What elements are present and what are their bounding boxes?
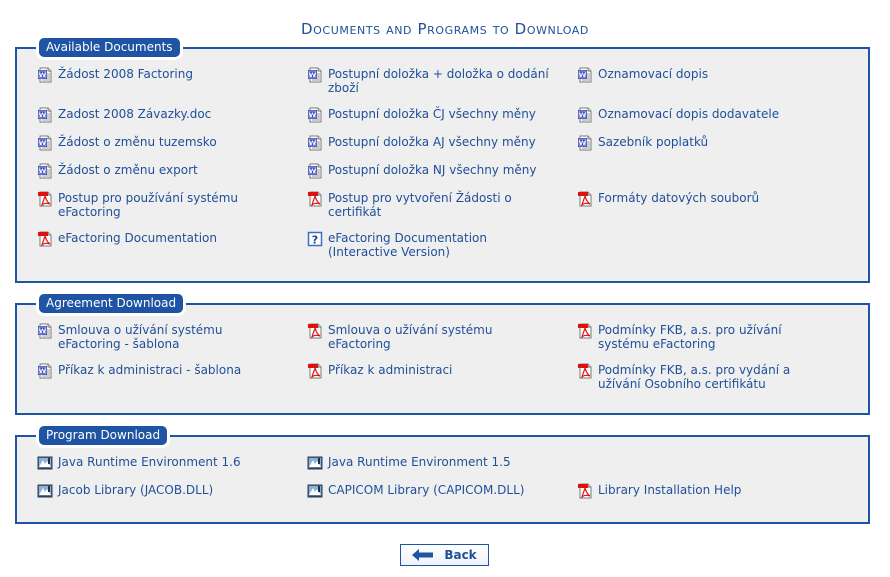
agreement-link[interactable]: Smlouva o užívání systému eFactoring — [307, 323, 517, 351]
document-link[interactable]: Formáty datových souborů — [577, 191, 822, 207]
agreement-link-label[interactable]: Podmínky FKB, a.s. pro užívání systému e… — [598, 323, 807, 351]
agreement-link[interactable]: Smlouva o užívání systému eFactoring - š… — [37, 323, 247, 351]
word-doc-icon — [37, 67, 53, 83]
document-link[interactable]: Sazebník poplatků — [577, 135, 822, 151]
document-link-label[interactable]: Postupní doložka ČJ všechny měny — [328, 107, 536, 121]
program-link[interactable]: Jacob Library (JACOB.DLL) — [37, 483, 282, 499]
document-link-label[interactable]: Žádost 2008 Factoring — [58, 67, 193, 81]
word-doc-icon — [37, 163, 53, 179]
word-doc-icon — [37, 323, 53, 339]
program-link-label[interactable]: Library Installation Help — [598, 483, 741, 497]
program-link-label[interactable]: CAPICOM Library (CAPICOM.DLL) — [328, 483, 524, 497]
document-link-label[interactable]: Postupní doložka NJ všechny měny — [328, 163, 537, 177]
document-link-label[interactable]: Postupní doložka + doložka o dodání zbož… — [328, 67, 572, 95]
back-button-label: Back — [444, 548, 477, 562]
word-doc-icon — [577, 135, 593, 151]
program-link[interactable]: Java Runtime Environment 1.5 — [307, 455, 552, 471]
word-doc-icon — [37, 135, 53, 151]
section-title: Available Documents — [39, 38, 180, 57]
pdf-icon — [577, 323, 593, 339]
installer-icon — [307, 455, 323, 471]
program-download-section: Program Download Java Runtime Environmen… — [15, 426, 870, 524]
document-link[interactable]: Žádost o změnu tuzemsko — [37, 135, 282, 151]
document-link[interactable]: Postupní doložka NJ všechny měny — [307, 163, 552, 179]
document-link-label[interactable]: eFactoring Documentation (Interactive Ve… — [328, 231, 507, 259]
agreement-download-section: Agreement Download Smlouva o užívání sys… — [15, 294, 870, 415]
pdf-icon — [307, 191, 323, 207]
word-doc-icon — [307, 67, 323, 83]
pdf-icon — [37, 191, 53, 207]
help-icon — [307, 231, 323, 247]
document-link[interactable]: eFactoring Documentation — [37, 231, 282, 247]
section-title: Program Download — [39, 426, 168, 445]
document-link[interactable]: Postup pro používání systému eFactoring — [37, 191, 267, 219]
pdf-icon — [307, 363, 323, 379]
agreement-link[interactable]: Podmínky FKB, a.s. pro vydání a užívání … — [577, 363, 817, 391]
word-doc-icon — [307, 107, 323, 123]
arrow-left-icon — [412, 549, 434, 561]
word-doc-icon — [577, 67, 593, 83]
document-link[interactable]: Žádost o změnu export — [37, 163, 282, 179]
document-link-label[interactable]: Zadost 2008 Závazky.doc — [58, 107, 211, 121]
program-link[interactable]: CAPICOM Library (CAPICOM.DLL) — [307, 483, 552, 499]
section-title: Agreement Download — [39, 294, 184, 313]
document-link[interactable]: Postupní doložka + doložka o dodání zbož… — [307, 67, 572, 95]
pdf-icon — [37, 231, 53, 247]
agreement-link[interactable]: Příkaz k administraci — [307, 363, 552, 379]
document-link-label[interactable]: Oznamovací dopis dodavatele — [598, 107, 779, 121]
document-link[interactable]: Oznamovací dopis — [577, 67, 822, 83]
agreement-link-label[interactable]: Smlouva o užívání systému eFactoring - š… — [58, 323, 247, 351]
program-link[interactable]: Java Runtime Environment 1.6 — [37, 455, 282, 471]
document-link[interactable]: Postupní doložka AJ všechny měny — [307, 135, 552, 151]
pdf-icon — [577, 483, 593, 499]
word-doc-icon — [577, 107, 593, 123]
agreement-link[interactable]: Podmínky FKB, a.s. pro užívání systému e… — [577, 323, 807, 351]
installer-icon — [37, 483, 53, 499]
agreement-link-label[interactable]: Smlouva o užívání systému eFactoring — [328, 323, 517, 351]
program-link[interactable]: Library Installation Help — [577, 483, 822, 499]
agreement-link[interactable]: Příkaz k administraci - šablona — [37, 363, 282, 379]
page-title: Documents and Programs to Download — [301, 20, 589, 39]
document-link-label[interactable]: Postupní doložka AJ všechny měny — [328, 135, 536, 149]
word-doc-icon — [307, 163, 323, 179]
document-link[interactable]: Zadost 2008 Závazky.doc — [37, 107, 282, 123]
available-documents-section: Available Documents Žádost 2008 Factorin… — [15, 38, 870, 283]
document-link-label[interactable]: Žádost o změnu export — [58, 163, 198, 177]
pdf-icon — [577, 191, 593, 207]
document-link[interactable]: Žádost 2008 Factoring — [37, 67, 282, 83]
document-link-label[interactable]: Formáty datových souborů — [598, 191, 759, 205]
back-button[interactable]: Back — [400, 544, 489, 566]
agreement-link-label[interactable]: Příkaz k administraci - šablona — [58, 363, 241, 377]
document-link[interactable]: Oznamovací dopis dodavatele — [577, 107, 822, 123]
document-link-label[interactable]: Oznamovací dopis — [598, 67, 708, 81]
document-link[interactable]: eFactoring Documentation (Interactive Ve… — [307, 231, 507, 259]
installer-icon — [37, 455, 53, 471]
document-link-label[interactable]: Žádost o změnu tuzemsko — [58, 135, 217, 149]
document-link-label[interactable]: Sazebník poplatků — [598, 135, 708, 149]
document-link[interactable]: Postup pro vytvoření Žádosti o certifiká… — [307, 191, 537, 219]
installer-icon — [307, 483, 323, 499]
word-doc-icon — [307, 135, 323, 151]
agreement-link-label[interactable]: Příkaz k administraci — [328, 363, 452, 377]
word-doc-icon — [37, 107, 53, 123]
document-link[interactable]: Postupní doložka ČJ všechny měny — [307, 107, 552, 123]
agreement-link-label[interactable]: Podmínky FKB, a.s. pro vydání a užívání … — [598, 363, 817, 391]
program-link-label[interactable]: Java Runtime Environment 1.6 — [58, 455, 241, 469]
document-link-label[interactable]: Postup pro vytvoření Žádosti o certifiká… — [328, 191, 537, 219]
document-link-label[interactable]: eFactoring Documentation — [58, 231, 217, 245]
pdf-icon — [577, 363, 593, 379]
program-link-label[interactable]: Java Runtime Environment 1.5 — [328, 455, 511, 469]
program-link-label[interactable]: Jacob Library (JACOB.DLL) — [58, 483, 213, 497]
word-doc-icon — [37, 363, 53, 379]
document-link-label[interactable]: Postup pro používání systému eFactoring — [58, 191, 267, 219]
pdf-icon — [307, 323, 323, 339]
